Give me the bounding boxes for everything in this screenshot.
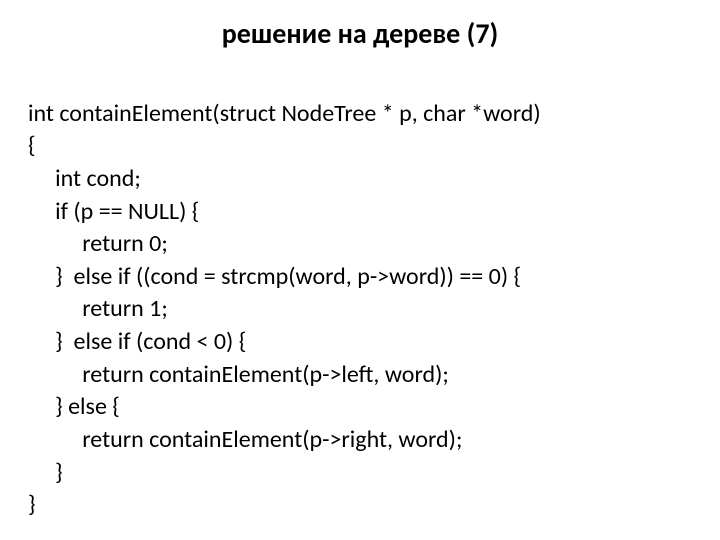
slide: решение на дереве (7) int containElement… [0,0,720,540]
code-block: int containElement(struct NodeTree * p, … [28,65,692,522]
code-line: } [28,490,36,519]
slide-title: решение на дереве (7) [28,16,692,51]
code-line: return 0; [28,229,168,258]
code-line: return containElement(p->right, word); [28,425,462,454]
code-line: } else { [28,392,120,421]
code-line: int cond; [28,164,141,193]
code-line: return containElement(p->left, word); [28,360,449,389]
code-line: { [28,131,36,160]
code-line: } else if ((cond = strcmp(word, p->word)… [28,262,521,291]
code-line: int containElement(struct NodeTree * p, … [28,99,541,128]
code-line: if (p == NULL) { [28,197,199,226]
code-line: } [28,458,63,487]
code-line: return 1; [28,294,168,323]
code-line: } else if (cond < 0) { [28,327,246,356]
